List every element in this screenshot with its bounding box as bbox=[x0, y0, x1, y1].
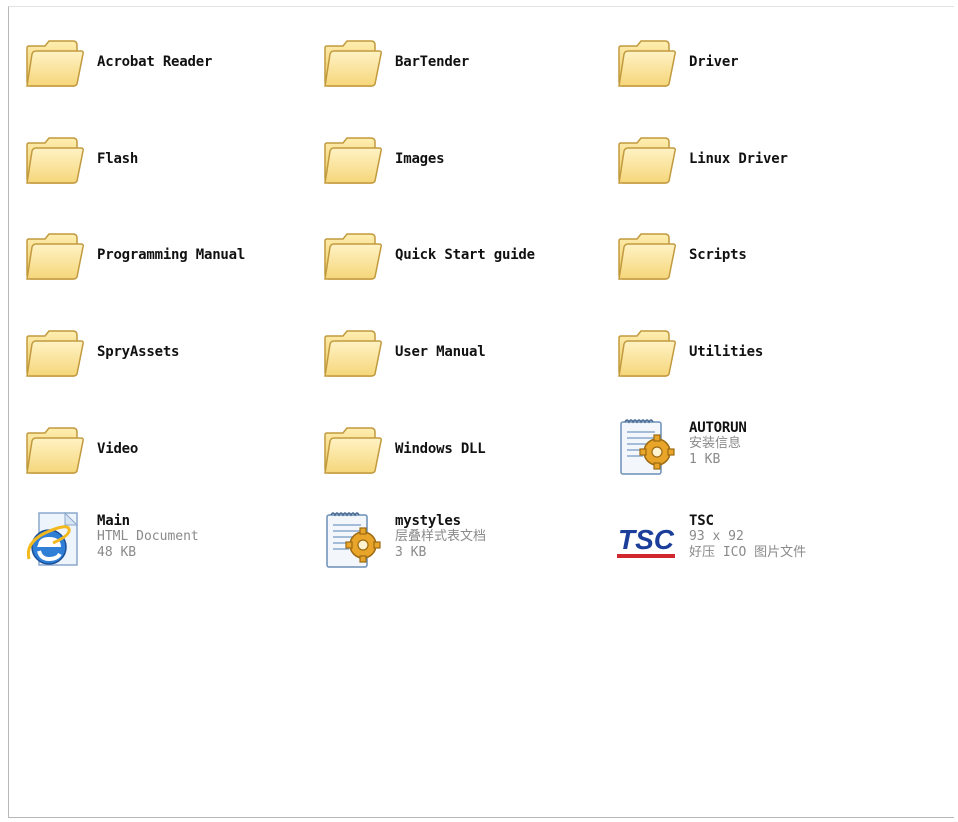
folder-item[interactable]: Programming Manual bbox=[23, 225, 245, 287]
folder-icon bbox=[321, 32, 383, 94]
folder-name: Driver bbox=[689, 54, 739, 70]
folder-item[interactable]: Utilities bbox=[615, 322, 763, 384]
folder-icon bbox=[615, 32, 677, 94]
folder-item[interactable]: Windows DLL bbox=[321, 419, 486, 481]
folder-icon bbox=[23, 419, 85, 481]
folder-icon bbox=[615, 322, 677, 384]
folder-item[interactable]: SpryAssets bbox=[23, 322, 179, 384]
folder-item[interactable]: Scripts bbox=[615, 225, 747, 287]
folder-item[interactable]: Images bbox=[321, 129, 445, 191]
file-item-autorun[interactable]: AUTORUN 安装信息 1 KB bbox=[615, 416, 747, 478]
file-name: AUTORUN bbox=[689, 420, 747, 436]
folder-name: SpryAssets bbox=[97, 344, 180, 360]
folder-icon bbox=[23, 129, 85, 191]
folder-icon bbox=[321, 322, 383, 384]
svg-text:TSC: TSC bbox=[618, 524, 675, 555]
folder-name: Quick Start guide bbox=[395, 247, 535, 263]
stylesheet-icon bbox=[321, 509, 383, 571]
folder-item[interactable]: Acrobat Reader bbox=[23, 32, 212, 94]
folder-item[interactable]: Video bbox=[23, 419, 138, 481]
folder-name: Programming Manual bbox=[97, 247, 246, 263]
folder-name: Utilities bbox=[689, 344, 764, 360]
file-item-tsc[interactable]: TSC TSC 93 x 92 好压 ICO 图片文件 bbox=[615, 509, 806, 571]
file-type: 安装信息 bbox=[689, 436, 742, 451]
folder-name: Scripts bbox=[689, 247, 747, 263]
folder-icon bbox=[321, 225, 383, 287]
folder-name: BarTender bbox=[395, 54, 470, 70]
folder-contents-view: Acrobat Reader BarTender Driver Flash Images… bbox=[8, 6, 954, 818]
tsc-logo-icon: TSC bbox=[615, 509, 677, 571]
folder-name: User Manual bbox=[395, 344, 486, 360]
file-type: 层叠样式表文档 bbox=[395, 529, 487, 544]
folder-icon bbox=[321, 129, 383, 191]
folder-name: Images bbox=[395, 151, 445, 167]
folder-icon bbox=[615, 225, 677, 287]
file-dimensions: 93 x 92 bbox=[689, 529, 744, 544]
folder-icon bbox=[23, 32, 85, 94]
folder-icon bbox=[23, 225, 85, 287]
folder-item[interactable]: BarTender bbox=[321, 32, 469, 94]
file-size: 3 KB bbox=[395, 545, 427, 560]
file-name: TSC bbox=[689, 513, 714, 529]
file-name: mystyles bbox=[395, 513, 461, 529]
file-type: HTML Document bbox=[97, 529, 199, 544]
folder-item[interactable]: Quick Start guide bbox=[321, 225, 535, 287]
folder-icon bbox=[23, 322, 85, 384]
folder-name: Windows DLL bbox=[395, 441, 486, 457]
folder-item[interactable]: Flash bbox=[23, 129, 138, 191]
file-type: 好压 ICO 图片文件 bbox=[689, 545, 807, 560]
file-item-main[interactable]: Main HTML Document 48 KB bbox=[23, 509, 199, 571]
folder-item[interactable]: Driver bbox=[615, 32, 739, 94]
folder-name: Video bbox=[97, 441, 139, 457]
file-name: Main bbox=[97, 513, 130, 529]
file-size: 1 KB bbox=[689, 452, 721, 467]
folder-item[interactable]: Linux Driver bbox=[615, 129, 788, 191]
folder-icon bbox=[321, 419, 383, 481]
internet-explorer-icon bbox=[23, 509, 85, 571]
folder-icon bbox=[615, 129, 677, 191]
setup-info-icon bbox=[615, 416, 677, 478]
folder-name: Flash bbox=[97, 151, 139, 167]
folder-name: Acrobat Reader bbox=[97, 54, 213, 70]
folder-name: Linux Driver bbox=[689, 151, 788, 167]
file-item-mystyles[interactable]: mystyles 层叠样式表文档 3 KB bbox=[321, 509, 486, 571]
folder-item[interactable]: User Manual bbox=[321, 322, 486, 384]
file-size: 48 KB bbox=[97, 545, 137, 560]
